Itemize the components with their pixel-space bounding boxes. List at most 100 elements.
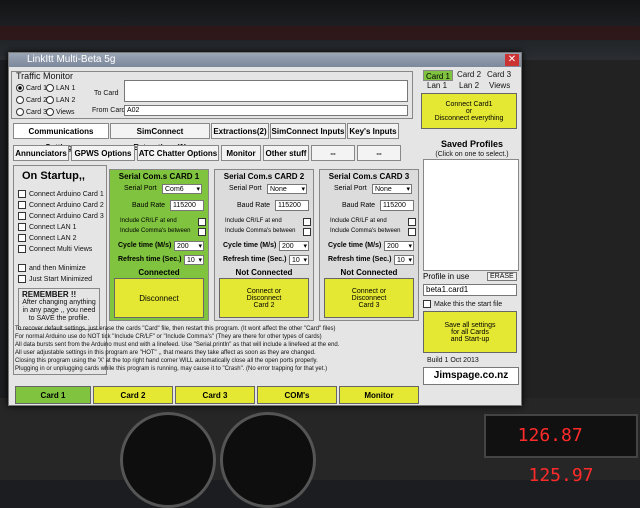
saved-profiles-list[interactable] — [423, 159, 519, 271]
selector-views[interactable]: Views — [489, 81, 510, 90]
tab-simconnect-extractions-1[interactable]: SimConnect Extractions(1) — [110, 123, 210, 152]
tab-other-stuff[interactable]: Other stuff — [263, 145, 309, 161]
radio-icon — [46, 108, 54, 116]
tab-blank-1[interactable]: -- — [311, 145, 355, 161]
refresh-time-select[interactable]: 10 — [394, 255, 414, 265]
serial-port-select[interactable]: None — [267, 184, 307, 194]
make-start-file[interactable]: Make this the start file — [423, 300, 502, 308]
from-card-field[interactable]: A02 — [124, 105, 408, 116]
disconnect-card-1-button[interactable]: Disconnect — [114, 278, 204, 318]
bottom-card-2-button[interactable]: Card 2 — [93, 386, 173, 404]
radio-card-1[interactable]: Card 1 — [16, 84, 47, 92]
crlf-checkbox[interactable] — [198, 218, 206, 226]
radio-icon — [46, 84, 54, 92]
startup-start-minimized[interactable]: Just Start Minimized — [18, 275, 92, 283]
tab-keys-inputs[interactable]: Key's Inputs — [347, 123, 399, 139]
remember-title: REMEMBER !! — [22, 290, 77, 299]
app-window: LinkItt Multi-Beta 5g ✕ Traffic Monitor … — [8, 52, 522, 406]
tab-extractions-2[interactable]: Extractions(2) — [211, 123, 269, 139]
selector-card-3[interactable]: Card 3 — [487, 70, 511, 79]
refresh-time-select[interactable]: 10 — [289, 255, 309, 265]
commas-checkbox[interactable] — [198, 228, 206, 236]
startup-connect-card-2[interactable]: Connect Arduino Card 2 — [18, 201, 104, 209]
serial-port-select[interactable]: Com6 — [162, 184, 202, 194]
selector-lan-1[interactable]: Lan 1 — [427, 81, 447, 90]
commas-label: Include Comma's between — [330, 228, 401, 234]
from-card-label: From Card — [92, 107, 126, 114]
active-frequency: 126.87 — [517, 425, 583, 446]
connect-card-2-button[interactable]: Connect or Disconnect Card 2 — [219, 278, 309, 318]
startup-minimize[interactable]: and then Minimize — [18, 264, 86, 272]
crlf-checkbox[interactable] — [408, 218, 416, 226]
checkbox-icon — [18, 275, 26, 283]
radio-icon — [16, 108, 24, 116]
connect-card-3-button[interactable]: Connect or Disconnect Card 3 — [324, 278, 414, 318]
refresh-time-select[interactable]: 10 — [184, 255, 204, 265]
traffic-monitor-group: Traffic Monitor Card 1 LAN 1 Card 2 LAN … — [11, 71, 413, 119]
bottom-card-1-button[interactable]: Card 1 — [15, 386, 91, 404]
radio-card-3[interactable]: Card 3 — [16, 108, 47, 116]
help-notes: To recover default settings, just erase … — [15, 325, 419, 373]
commas-label: Include Comma's between — [120, 228, 191, 234]
baud-rate-label: Baud Rate — [342, 202, 376, 209]
serial-card-2: Serial Com.s CARD 2 Serial Port None Bau… — [214, 169, 314, 321]
radio-views[interactable]: Views — [46, 108, 75, 116]
cycle-time-select[interactable]: 200 — [279, 241, 309, 251]
card-title: Serial Com.s CARD 3 — [328, 172, 410, 181]
startup-connect-card-3[interactable]: Connect Arduino Card 3 — [18, 212, 104, 220]
close-button[interactable]: ✕ — [505, 54, 519, 66]
to-card-label: To Card — [94, 90, 119, 97]
baud-rate-label: Baud Rate — [237, 202, 271, 209]
tab-gpws-options[interactable]: GPWS Options — [71, 145, 135, 161]
selector-lan-2[interactable]: Lan 2 — [459, 81, 479, 90]
tab-atc-chatter-options[interactable]: ATC Chatter Options — [137, 145, 219, 161]
save-all-settings-button[interactable]: Save all settings for all Cards and Star… — [423, 311, 517, 353]
cycle-time-select[interactable]: 200 — [384, 241, 414, 251]
crlf-checkbox[interactable] — [303, 218, 311, 226]
baud-rate-label: Baud Rate — [132, 202, 166, 209]
card-title: Serial Com.s CARD 2 — [223, 172, 305, 181]
selector-card-2[interactable]: Card 2 — [457, 70, 481, 79]
tab-monitor[interactable]: Monitor — [221, 145, 261, 161]
serial-port-label: Serial Port — [334, 185, 367, 192]
tab-communications-settings[interactable]: Communications Settings — [13, 123, 109, 152]
baud-rate-field[interactable]: 115200 — [170, 200, 204, 211]
website-link[interactable]: Jimspage.co.nz — [423, 367, 519, 385]
refresh-time-label: Refresh time (Sec.) — [118, 256, 182, 263]
profile-in-use-field[interactable]: beta1.card1 — [423, 284, 517, 296]
bottom-coms-button[interactable]: COM's — [257, 386, 337, 404]
serial-port-label: Serial Port — [124, 185, 157, 192]
checkbox-icon — [423, 300, 431, 308]
commas-checkbox[interactable] — [408, 228, 416, 236]
checkbox-icon — [18, 223, 26, 231]
cockpit-annunciator-strip — [0, 26, 640, 40]
startup-connect-card-1[interactable]: Connect Arduino Card 1 — [18, 190, 104, 198]
bottom-card-3-button[interactable]: Card 3 — [175, 386, 255, 404]
erase-button[interactable]: ERASE — [487, 272, 517, 281]
refresh-time-label: Refresh time (Sec.) — [223, 256, 287, 263]
tab-blank-2[interactable]: -- — [357, 145, 401, 161]
bottom-monitor-button[interactable]: Monitor — [339, 386, 419, 404]
radio-lan-2[interactable]: LAN 2 — [46, 96, 75, 104]
startup-connect-lan-2[interactable]: Connect LAN 2 — [18, 234, 76, 242]
baud-rate-field[interactable]: 115200 — [380, 200, 414, 211]
serial-port-select[interactable]: None — [372, 184, 412, 194]
tab-simconnect-inputs[interactable]: SimConnect Inputs — [270, 123, 346, 139]
selector-card-1[interactable]: Card 1 — [423, 70, 453, 81]
radio-lan-1[interactable]: LAN 1 — [46, 84, 75, 92]
baud-rate-field[interactable]: 115200 — [275, 200, 309, 211]
startup-title: On Startup,, — [22, 170, 85, 182]
commas-checkbox[interactable] — [303, 228, 311, 236]
commas-label: Include Comma's between — [225, 228, 296, 234]
startup-connect-lan-1[interactable]: Connect LAN 1 — [18, 223, 76, 231]
connect-card1-button[interactable]: Connect Card1 or Disconnect everything — [421, 93, 517, 129]
to-card-field[interactable] — [124, 80, 408, 102]
checkbox-icon — [18, 190, 26, 198]
startup-connect-multi-views[interactable]: Connect Multi Views — [18, 245, 92, 253]
cycle-time-select[interactable]: 200 — [174, 241, 204, 251]
radio-card-2[interactable]: Card 2 — [16, 96, 47, 104]
crlf-label: Include CR/LF at end — [120, 218, 177, 224]
title-bar: LinkItt Multi-Beta 5g ✕ — [9, 53, 521, 67]
tab-annunciators[interactable]: Annunciators — [13, 145, 69, 161]
radio-icon — [16, 96, 24, 104]
